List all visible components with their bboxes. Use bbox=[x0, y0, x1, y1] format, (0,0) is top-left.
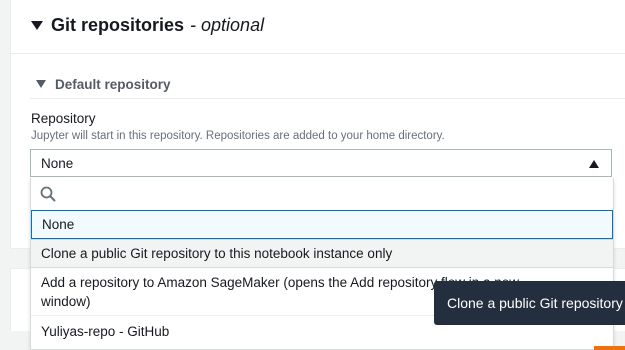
option-tooltip: Clone a public Git repository bbox=[434, 281, 625, 325]
section-title: Git repositories bbox=[51, 14, 185, 35]
subsection-divider bbox=[30, 98, 625, 99]
default-repository-toggle[interactable]: Default repository bbox=[36, 75, 171, 93]
git-repositories-section-toggle[interactable]: Git repositories - optional bbox=[31, 13, 264, 37]
caret-down-icon bbox=[31, 20, 43, 30]
option-none[interactable]: None bbox=[31, 210, 613, 239]
caret-down-icon bbox=[36, 80, 46, 88]
dropdown-search-input[interactable] bbox=[59, 182, 603, 208]
tooltip-text: Clone a public Git repository bbox=[447, 295, 623, 311]
repository-description: Jupyter will start in this repository. R… bbox=[31, 130, 445, 142]
section-optional-label: - optional bbox=[190, 14, 265, 35]
dropdown-search bbox=[31, 178, 613, 210]
search-icon bbox=[40, 186, 56, 202]
repository-select-value: None bbox=[41, 155, 74, 171]
subsection-title: Default repository bbox=[55, 76, 171, 92]
option-clone-public-repo[interactable]: Clone a public Git repository to this no… bbox=[31, 239, 613, 268]
repository-label: Repository bbox=[31, 111, 96, 126]
repository-select[interactable]: None bbox=[30, 149, 612, 177]
section-divider bbox=[10, 53, 625, 54]
caret-up-icon bbox=[589, 160, 599, 168]
orange-button-edge[interactable] bbox=[594, 346, 625, 350]
